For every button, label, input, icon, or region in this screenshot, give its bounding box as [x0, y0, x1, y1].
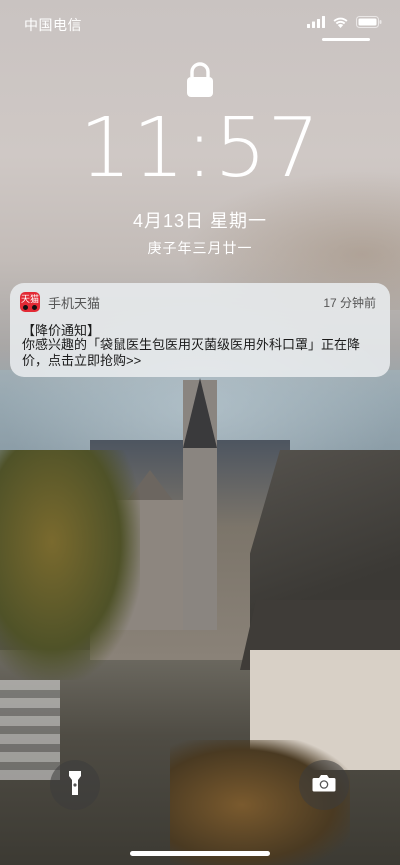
tmall-app-icon: 天猫	[20, 292, 40, 312]
lock-screen-time: 11:57	[79, 101, 321, 196]
wallpaper-parking	[0, 680, 60, 780]
app-icon-label: 天猫	[20, 294, 39, 304]
cellular-signal-icon	[307, 15, 325, 33]
lunar-date: 庚子年三月廿一	[147, 240, 253, 256]
app-icon-eyes	[23, 305, 37, 310]
notification-app-name: 手机天猫	[48, 295, 101, 311]
camera-button[interactable]	[299, 760, 349, 810]
notification-time: 17 分钟前	[323, 295, 376, 310]
status-bar: 中国电信	[0, 0, 400, 48]
home-indicator[interactable]	[130, 851, 270, 856]
wifi-icon	[332, 15, 349, 33]
notification-body: 你感兴趣的「袋鼠医生包医用灭菌级医用外科口罩」正在降价，点击立即抢购>>	[22, 337, 361, 368]
notification-card[interactable]: 天猫 手机天猫 17 分钟前 【降价通知】 你感兴趣的「袋鼠医生包医用灭菌级医用…	[10, 283, 390, 377]
flashlight-button[interactable]	[50, 760, 100, 810]
camera-icon	[312, 774, 336, 797]
notification-header: 天猫 手机天猫 17 分钟前	[20, 292, 376, 312]
lock-screen-date: 4月13日 星期一	[132, 211, 268, 231]
battery-icon	[356, 15, 382, 33]
control-center-indicator[interactable]	[322, 38, 370, 41]
padlock-icon	[186, 62, 214, 98]
flashlight-icon	[68, 770, 82, 801]
carrier-name: 中国电信	[24, 17, 82, 33]
status-icons	[307, 15, 382, 33]
wallpaper-trees	[0, 450, 140, 680]
